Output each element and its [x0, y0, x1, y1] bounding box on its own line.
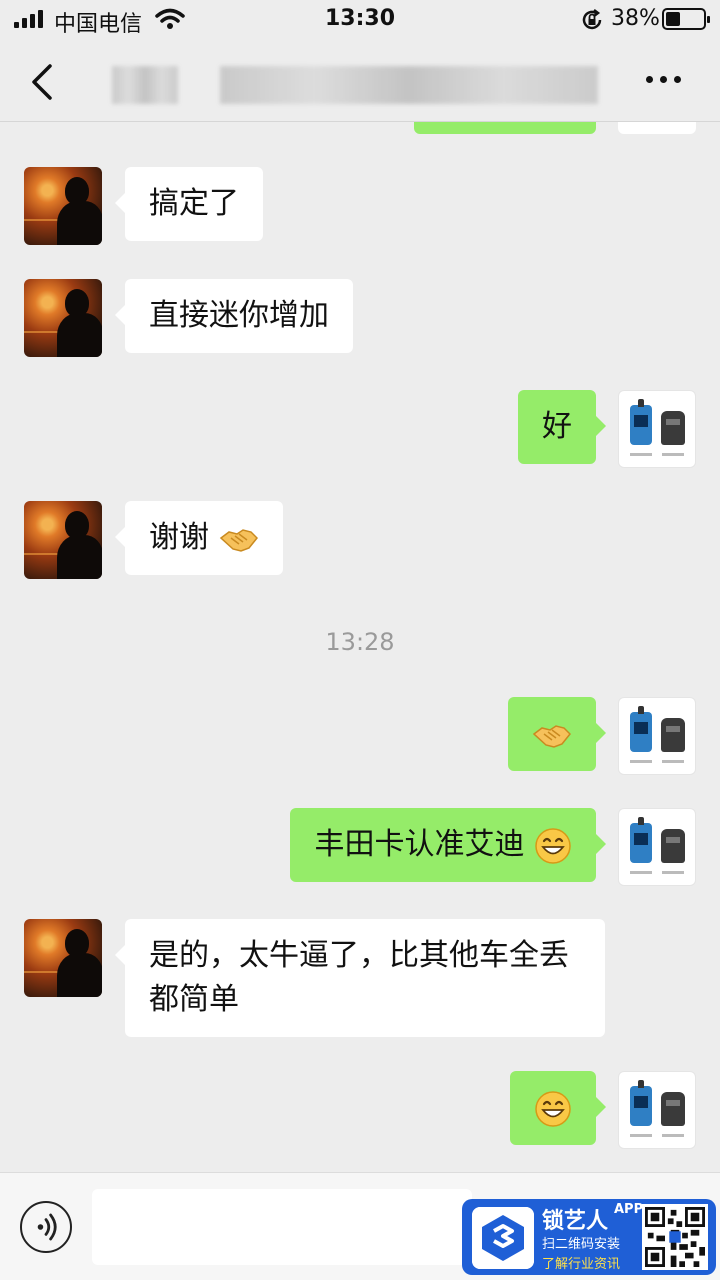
contact-avatar[interactable] [24, 919, 102, 997]
grin-emoji-icon [535, 1090, 571, 1127]
message-bubble[interactable]: 丰田卡认准艾迪 [290, 808, 606, 882]
message-input[interactable] [92, 1189, 472, 1265]
battery-icon [662, 8, 710, 30]
more-icon[interactable] [646, 76, 681, 83]
contact-avatar[interactable] [24, 501, 102, 579]
blurred-title [220, 66, 598, 104]
my-avatar[interactable] [618, 1071, 696, 1149]
message-bubble[interactable] [508, 697, 606, 771]
message-text: 好 [542, 409, 572, 444]
handshake-emoji-icon [219, 528, 258, 552]
message-bubble[interactable]: 是的，太牛逼了，比其他车全丢都简单 [115, 919, 605, 1037]
grin-emoji-icon [535, 827, 571, 864]
my-avatar[interactable] [618, 808, 696, 886]
message-text: 直接迷你增加 [149, 298, 329, 333]
message-bubble[interactable]: 搞定了 [115, 167, 263, 241]
previous-message-fragment [414, 122, 596, 134]
qr-code-icon [642, 1204, 708, 1270]
back-icon[interactable] [26, 62, 62, 102]
voice-icon[interactable] [20, 1201, 72, 1253]
battery-percent: 38% [611, 6, 660, 31]
chat-header [0, 40, 720, 122]
message-bubble[interactable] [510, 1071, 606, 1145]
rotation-lock-icon [582, 9, 602, 30]
message-text: 是的，太牛逼了，比其他车全丢都简单 [149, 938, 569, 1017]
watermark-brand: 锁艺人 [542, 1209, 609, 1234]
contact-avatar[interactable] [24, 279, 102, 357]
watermark-banner: 锁艺人 APP 扫二维码安装 了解行业资讯 [462, 1199, 716, 1275]
my-avatar[interactable] [618, 390, 696, 468]
contact-avatar[interactable] [24, 167, 102, 245]
message-bubble[interactable]: 好 [518, 390, 606, 464]
message-bubble[interactable]: 直接迷你增加 [115, 279, 353, 353]
message-text: 谢谢 [149, 520, 209, 555]
message-text: 搞定了 [149, 186, 239, 221]
status-bar: 中国电信 13:30 38% [0, 0, 720, 40]
my-avatar[interactable] [618, 697, 696, 775]
message-text: 丰田卡认准艾迪 [314, 827, 525, 862]
watermark-badge: APP [614, 1202, 644, 1217]
previous-avatar-fragment [618, 122, 696, 134]
watermark-line1: 扫二维码安装 [542, 1237, 621, 1252]
message-bubble[interactable]: 谢谢 [115, 501, 283, 575]
watermark-line2: 了解行业资讯 [542, 1257, 621, 1272]
chat-timestamp: 13:28 [325, 628, 395, 656]
handshake-emoji-icon [532, 724, 572, 748]
app-logo-icon [472, 1207, 534, 1269]
blurred-title [112, 66, 178, 104]
